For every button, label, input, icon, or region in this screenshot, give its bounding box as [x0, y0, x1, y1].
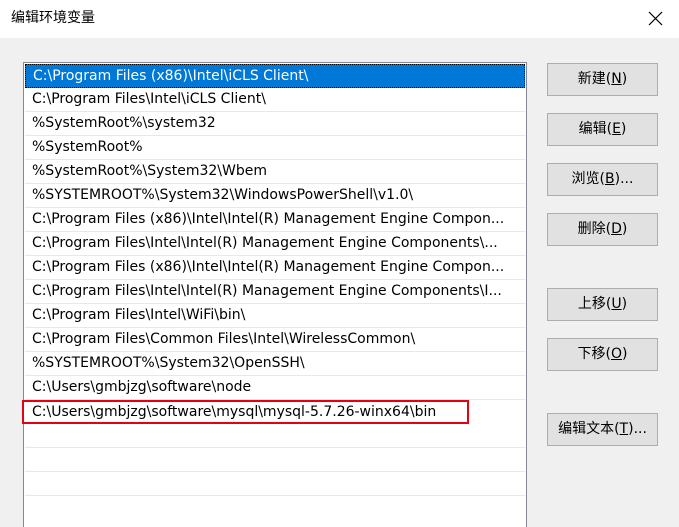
path-list-item[interactable]: %SYSTEMROOT%\System32\OpenSSH\ [25, 352, 525, 376]
path-list-item[interactable]: C:\Program Files (x86)\Intel\iCLS Client… [25, 64, 525, 88]
path-list-item[interactable] [25, 448, 525, 472]
path-list-item[interactable]: C:\Program Files\Common Files\Intel\Wire… [25, 328, 525, 352]
delete-button-label: 删除( [577, 221, 612, 237]
new-button-label: 新建( [577, 71, 612, 87]
move-up-button[interactable]: 上移(U) [547, 288, 658, 321]
edit-text-button-label: 编辑文本( [558, 421, 620, 437]
browse-button-end: )... [614, 171, 634, 187]
edit-button-label: 编辑( [578, 121, 613, 137]
move-up-button-end: ) [621, 296, 628, 312]
new-button-end: ) [621, 71, 628, 87]
edit-text-button[interactable]: 编辑文本(T)... [547, 413, 658, 446]
path-list-item[interactable] [25, 472, 525, 496]
path-list-item[interactable]: %SystemRoot%\system32 [25, 112, 525, 136]
browse-button-label: 浏览( [571, 171, 606, 187]
edit-text-button-key: T [619, 421, 629, 437]
path-list-item[interactable]: C:\Program Files\Intel\Intel(R) Manageme… [25, 280, 525, 304]
new-button[interactable]: 新建(N) [547, 63, 658, 96]
move-up-button-key: U [611, 296, 622, 312]
edit-text-button-end: )... [628, 421, 647, 437]
path-list-item[interactable]: C:\Program Files (x86)\Intel\Intel(R) Ma… [25, 208, 525, 232]
edit-button-end: ) [620, 121, 627, 137]
path-list-item[interactable]: %SYSTEMROOT%\System32\WindowsPowerShell\… [25, 184, 525, 208]
move-down-button-end: ) [622, 346, 628, 362]
new-button-key: N [611, 71, 622, 87]
delete-button[interactable]: 删除(D) [547, 213, 658, 246]
path-list[interactable]: C:\Program Files (x86)\Intel\iCLS Client… [22, 62, 527, 527]
edit-button-key: E [612, 121, 621, 137]
path-list-item[interactable]: %SystemRoot%\System32\Wbem [25, 160, 525, 184]
browse-button-key: B [605, 171, 615, 187]
move-up-button-label: 上移( [577, 296, 612, 312]
title-bar: 编辑环境变量 [0, 0, 679, 38]
browse-button[interactable]: 浏览(B)... [547, 163, 658, 196]
delete-button-key: D [611, 221, 622, 237]
window-title: 编辑环境变量 [11, 10, 95, 26]
path-list-item[interactable]: C:\Program Files (x86)\Intel\Intel(R) Ma… [25, 256, 525, 280]
move-down-button[interactable]: 下移(O) [547, 338, 658, 371]
close-button[interactable] [633, 0, 679, 38]
edit-button[interactable]: 编辑(E) [547, 113, 658, 146]
path-list-item[interactable]: %SystemRoot% [25, 136, 525, 160]
path-list-item[interactable]: C:\Program Files\Intel\WiFi\bin\ [25, 304, 525, 328]
move-down-button-key: O [610, 346, 623, 362]
close-icon [648, 11, 663, 26]
path-list-item[interactable]: C:\Users\gmbjzg\software\node [25, 376, 525, 400]
delete-button-end: ) [621, 221, 628, 237]
path-list-item[interactable]: C:\Program Files\Intel\iCLS Client\ [25, 88, 525, 112]
path-list-item[interactable]: C:\Program Files\Intel\Intel(R) Manageme… [25, 232, 525, 256]
move-down-button-label: 下移( [577, 346, 611, 362]
edit-env-variable-dialog: 编辑环境变量 C:\Program Files (x86)\Intel\iCLS… [0, 0, 679, 527]
path-list-item[interactable]: C:\Users\gmbjzg\software\mysql\mysql-5.7… [22, 400, 469, 424]
path-list-item[interactable] [25, 424, 525, 448]
